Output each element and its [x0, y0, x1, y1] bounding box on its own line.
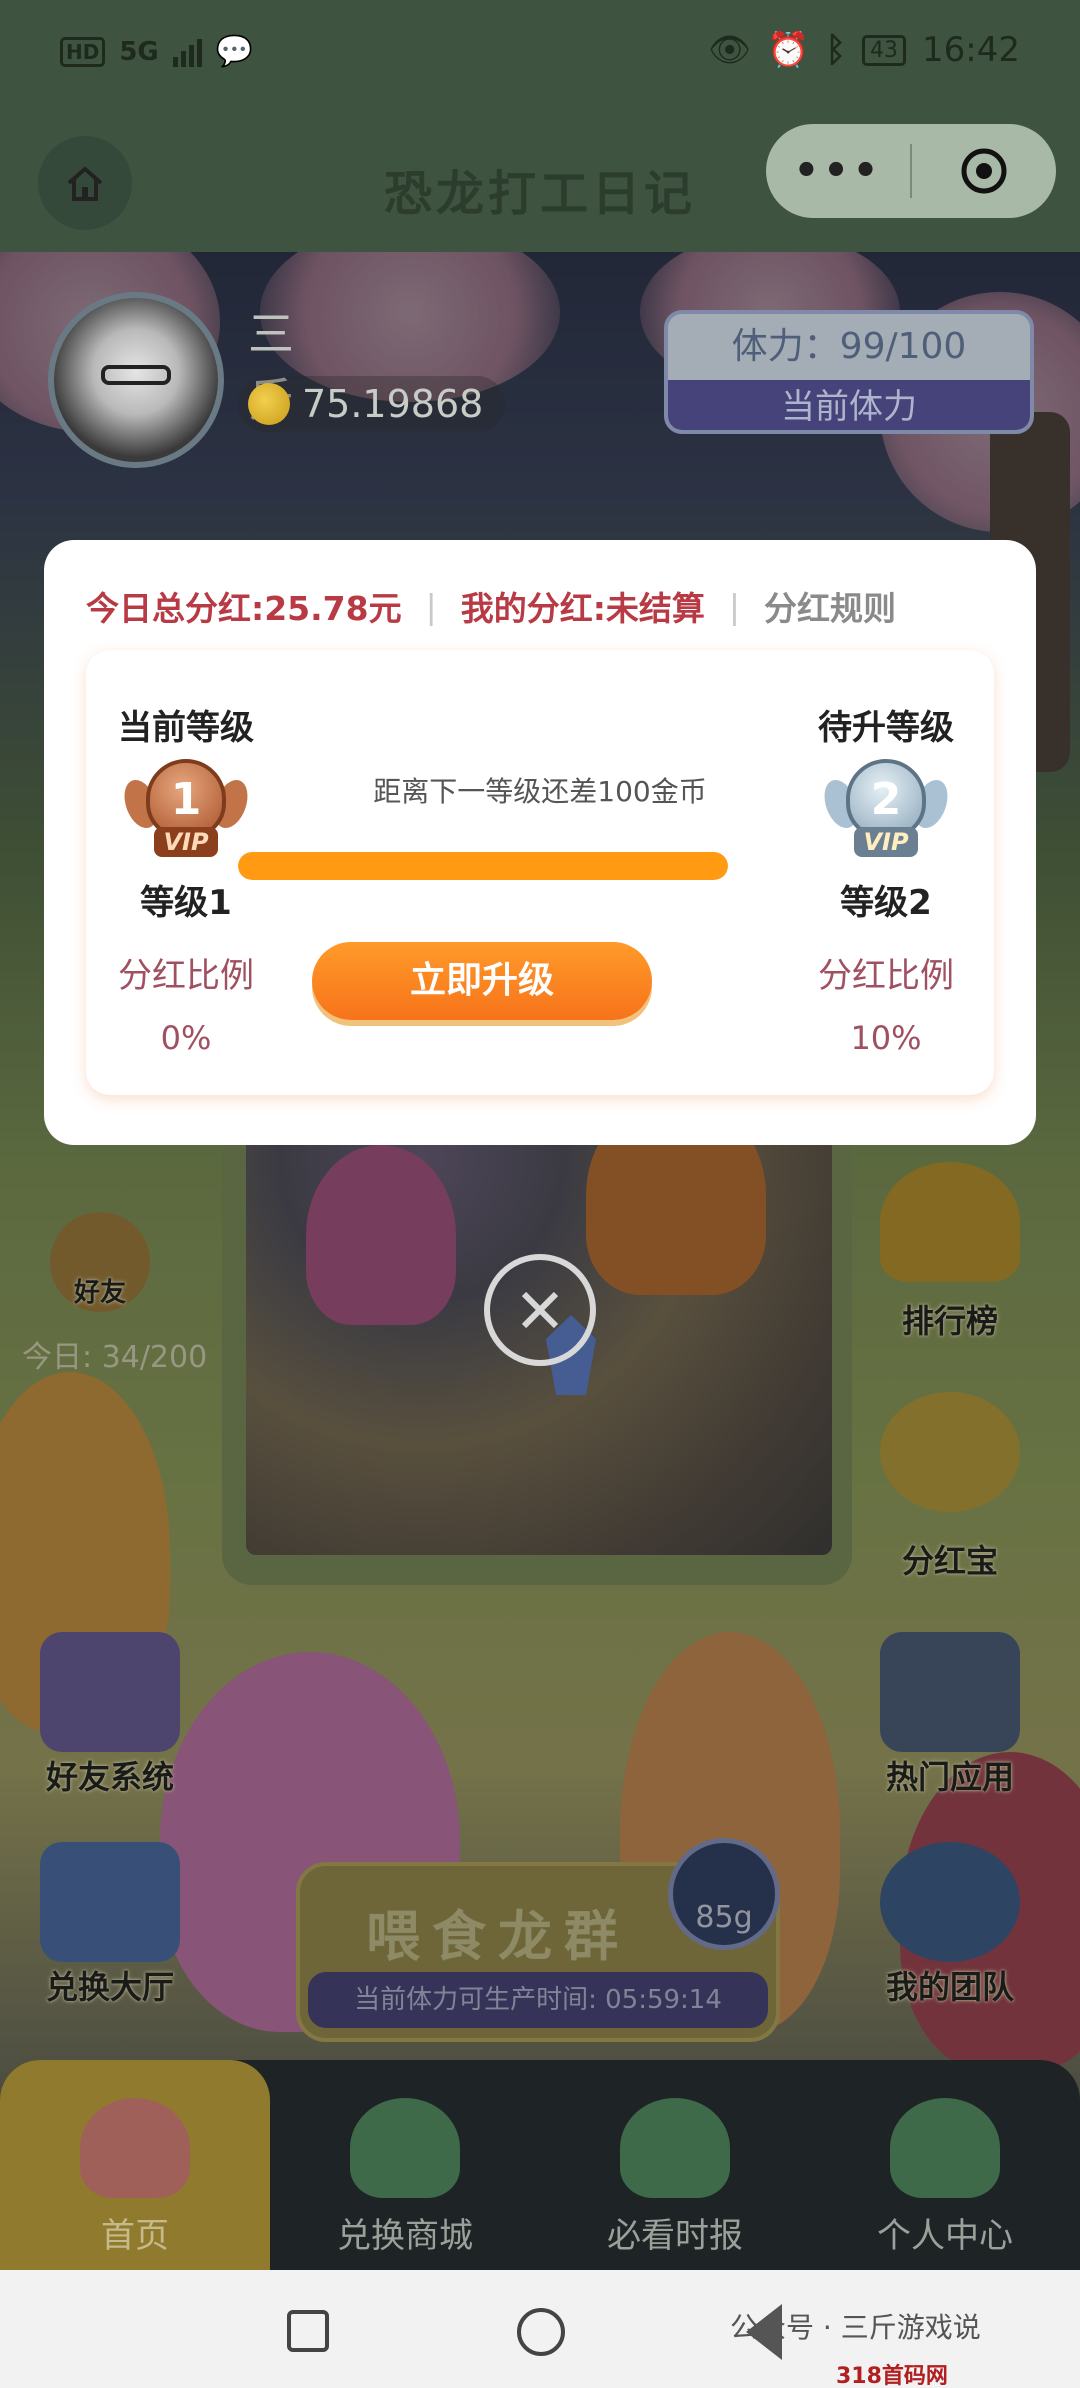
watermark: 公众号 · 三斤游戏说	[730, 2311, 981, 2344]
dividend-rules-link[interactable]: 分红规则	[764, 582, 896, 630]
header-divider: |	[728, 586, 741, 626]
alarm-icon: ⏰	[767, 30, 810, 70]
level-progress-fill	[238, 852, 728, 880]
avatar[interactable]	[48, 292, 224, 468]
my-dividend: 我的分红:未结算	[460, 589, 705, 628]
level-card: 当前等级 1 VIP 等级1 分红比例 0% 距离下一等级还差100金币 立即升…	[86, 650, 994, 1095]
badge-vip: VIP	[154, 827, 218, 857]
tab-label: 个人中心	[877, 2216, 1013, 2256]
wechat-icon: 💬	[215, 34, 254, 69]
target-icon	[961, 148, 1007, 194]
stamina-label: 当前体力	[668, 380, 1030, 430]
status-right: 👁 ⏰ ᛒ 43 16:42	[708, 30, 1020, 70]
vip1-badge-icon: 1 VIP	[118, 759, 254, 869]
signal-icon	[172, 37, 202, 67]
total-dividend: 今日总分红:25.78元	[86, 589, 402, 628]
dino-news-icon	[620, 2098, 730, 2198]
tab-label: 首页	[101, 2216, 169, 2256]
close-icon	[521, 1291, 559, 1329]
badge-vip: VIP	[854, 827, 918, 857]
tab-profile[interactable]: 个人中心	[810, 2060, 1080, 2270]
level-progress-bar	[238, 852, 728, 880]
coin-balance: 75.19868	[238, 376, 506, 432]
dino-shop-icon	[350, 2098, 460, 2198]
next-ratio-label: 分红比例	[818, 956, 954, 996]
system-nav-bar: 公众号 · 三斤游戏说 318首码网 www.e318.com	[0, 2270, 1080, 2388]
next-level: 待升等级 2 VIP 等级2 分红比例 10%	[786, 700, 986, 1057]
tab-home[interactable]: 首页	[0, 2060, 270, 2270]
upgrade-button[interactable]: 立即升级	[312, 942, 652, 1020]
progress-hint: 距离下一等级还差100金币	[373, 775, 707, 808]
capsule-menu: •••	[766, 124, 1056, 218]
more-button[interactable]: •••	[766, 148, 910, 194]
coin-icon	[248, 383, 290, 425]
home-nav-button[interactable]	[517, 2308, 565, 2356]
header-divider: |	[425, 586, 437, 626]
dino-reading-icon	[80, 2098, 190, 2198]
current-level-name: 等级1	[140, 883, 232, 923]
current-ratio-label: 分红比例	[118, 956, 254, 996]
avatar-glasses	[101, 365, 171, 385]
site-watermark: 318首码网 www.e318.com	[836, 2358, 1080, 2388]
dividend-popup: 今日总分红:25.78元 | 我的分红:未结算 | 分红规则 当前等级 1 VI…	[44, 540, 1036, 1145]
next-ratio: 10%	[850, 1019, 922, 1057]
coin-value: 75.19868	[302, 382, 484, 426]
next-level-header: 待升等级	[818, 708, 954, 748]
eye-icon: 👁	[708, 30, 752, 70]
profile-area: 三斤 75.19868	[48, 292, 506, 468]
status-left: HD 5G 💬	[60, 34, 253, 69]
hd-icon: HD	[60, 36, 106, 67]
network-label: 5G	[119, 36, 159, 67]
bluetooth-icon: ᛒ	[825, 30, 847, 70]
current-ratio: 0%	[160, 1019, 212, 1057]
tab-label: 必看时报	[607, 2216, 743, 2256]
close-popup-button[interactable]	[484, 1254, 596, 1366]
tab-label: 兑换商城	[337, 2216, 473, 2256]
current-level-header: 当前等级	[118, 708, 254, 748]
tab-news[interactable]: 必看时报	[540, 2060, 810, 2270]
vip2-badge-icon: 2 VIP	[818, 759, 954, 869]
battery-icon: 43	[862, 34, 907, 66]
status-bar: HD 5G 💬 👁 ⏰ ᛒ 43 16:42	[0, 0, 1080, 110]
stamina-panel[interactable]: 体力：99/100 当前体力	[664, 310, 1034, 434]
next-level-name: 等级2	[840, 883, 932, 923]
popup-header: 今日总分红:25.78元 | 我的分红:未结算 | 分红规则	[86, 582, 896, 630]
mini-program-titlebar: 恐龙打工日记 •••	[0, 110, 1080, 252]
close-miniprogram-button[interactable]	[912, 146, 1056, 196]
clock: 16:42	[922, 30, 1020, 70]
stamina-value: 体力：99/100	[668, 314, 1030, 380]
tab-exchange-mall[interactable]: 兑换商城	[270, 2060, 540, 2270]
recents-button[interactable]	[287, 2310, 329, 2352]
bottom-tab-bar: 首页 兑换商城 必看时报 个人中心	[0, 2060, 1080, 2270]
dino-profile-icon	[890, 2098, 1000, 2198]
